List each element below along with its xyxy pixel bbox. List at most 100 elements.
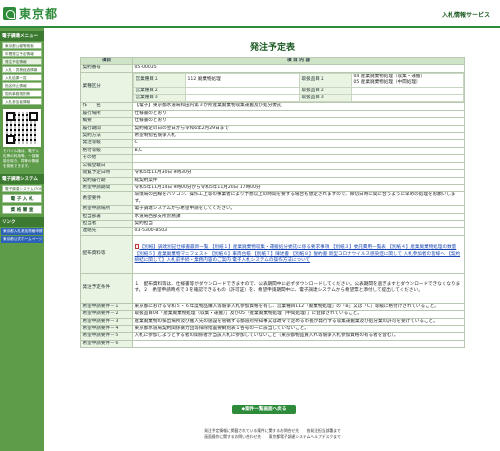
kind-value: 112 廃棄物処理 — [185, 73, 300, 88]
table-row: 希望申請要件－２ 取扱品目04「産業廃棄物処理（収集・運搬）」及び05「産業廃棄物… — [80, 310, 465, 319]
row-value: 仕様書のとおり — [132, 117, 465, 126]
row-label: 公報登載日 — [80, 161, 133, 171]
logo-text: 東京都 — [19, 6, 59, 21]
table-row: 履行場所 仕様書のとおり — [80, 109, 465, 119]
sidebar-item-participants[interactable]: 入札参加者情報 — [2, 98, 42, 105]
row-label: 希望申請要件－５ — [80, 332, 133, 341]
kind-value — [351, 94, 464, 102]
row-label: 希望要件 — [80, 191, 133, 207]
row-label: その他 — [80, 154, 133, 163]
row-label: 閲覧予定日時 — [80, 169, 133, 178]
table-row: 契約履行期 総契約案件 — [80, 176, 465, 185]
row-label: 業種区分 — [80, 71, 133, 104]
table-row: 希望申請要件－４ 東京都水道局契約関係暴力団等排除措置要綱別表１各号の一に該当して… — [80, 324, 465, 334]
sidebar-item-order-plan[interactable]: 発注予定情報 — [2, 58, 42, 65]
table-header-row: 項目 項 目 内 容 — [80, 56, 465, 66]
row-value: 仕様書のとおり — [132, 109, 465, 119]
row-label: 発注予定条件 — [80, 272, 133, 304]
row-value: 希望制指名競争入札 — [132, 132, 465, 141]
row-value: 令和5年11月14日 9時00分から令和5年11月20日 17時00分 — [132, 183, 465, 193]
row-label: 希望申請要件－１ — [80, 302, 133, 312]
kind-head: 営業種目２ — [133, 86, 186, 96]
sidebar-item-bid-progress[interactable]: 入札・見積経過情報 — [2, 66, 42, 73]
sidebar-item-gazette[interactable]: 東京都公報等検索 — [2, 42, 42, 49]
table-row-kinds: 業種区分 営業種目１ 112 廃棄物処理 取扱品目１ 04 産業廃棄物処理（収集… — [80, 71, 465, 104]
sidebar-heading-system: 電子調達システム — [0, 174, 44, 184]
row-value: 東京都における令和５・６年度物品購入等競争入札参加資格を有し、営業種目112「廃… — [132, 302, 465, 312]
table-row: その他 — [80, 154, 465, 163]
table-row: 希望申請要件－３ 産業廃棄物の排出場所及び搬入先の施設を管轄する都道府県知事又は政… — [80, 317, 465, 326]
sidebar-heading-links: リンク — [0, 217, 44, 227]
kind-value — [185, 94, 300, 102]
row-label: 契約方法 — [80, 132, 133, 141]
table-row: 担当部署 水道局西部支所庶務課 — [80, 212, 465, 221]
table-row: 作 名 【電子】東京都水道局和田内第３か所産業廃棄物収集運搬及び処分委託 — [80, 102, 465, 111]
sidebar-item-system-top[interactable]: 電子調達システム(TOP) — [2, 185, 42, 192]
kind-head: 営業種目１ — [133, 73, 186, 88]
back-to-list-button[interactable]: ◆案件一覧画面へ戻る — [232, 405, 296, 414]
row-label: 連絡先 — [80, 227, 133, 236]
sidebar-item-bid-results[interactable]: 入札結果一覧 — [2, 74, 42, 81]
site-logo[interactable]: 東京都 — [3, 6, 59, 21]
footer: 発注予定情報に掲載されている案件に関するお問合せ先 各発注担当部署まで 画面操作… — [45, 428, 500, 440]
column-header-content: 項 目 内 容 — [132, 56, 465, 66]
table-row: 希望申請要件－５ 入札に参加しようとする者の関係者が当該入札に参加していないこと（… — [80, 332, 465, 341]
row-value: 産業廃棄物の排出場所及び搬入先の施設を管轄する都道府県知事又は政令で定める市長が… — [132, 317, 465, 326]
row-label: 希望申請場所 — [80, 205, 133, 214]
row-label: 希望申請要件－３ — [80, 317, 133, 326]
table-row: 希望申請要件－１ 東京都における令和５・６年度物品購入等競争入札参加資格を有し、営… — [80, 302, 465, 312]
row-label: 担当部署 — [80, 212, 133, 221]
link-qualification-application[interactable]: 東京都入札参加資格申請 — [1, 228, 43, 235]
table-row-conditions: 発注予定条件 １ 配布資料等は、仕様書等がダウンロードできますので、公表期間中に… — [80, 272, 465, 304]
distributed-files-links[interactable]: 【別紙】調達別記仕様書最新一覧 【別紙１】産業廃棄物収集・運搬処分委託に係る要求… — [135, 245, 461, 263]
row-value: 契約担当 — [132, 219, 465, 229]
row-value: 環境局の回線をパソコン、操作工上等の事業者により予想以上の時間を要する場合も想定… — [132, 191, 465, 207]
row-label: 希望申請要件－６ — [80, 339, 133, 349]
row-value — [132, 161, 465, 171]
row-label: 契約番号 — [80, 64, 133, 73]
sidebar: 電子調達メニュー 東京都公報等検索 年間発注予定情報 発注予定情報 入札・見積経… — [0, 28, 44, 451]
service-title: 入札情報サービス — [441, 12, 490, 19]
header: 東京都 入札情報サービス — [0, 0, 500, 26]
sidebar-item-suspension[interactable]: 指名停止情報 — [2, 82, 42, 89]
page-title: 発注予定表 — [249, 43, 295, 53]
row-value: 03-5300-8503 — [132, 227, 465, 236]
row-value: 東京都水道局契約関係暴力団等排除措置要綱別表１各号の一に該当していないこと。 — [132, 324, 465, 334]
row-label: 格付等級 — [80, 146, 133, 156]
sidebar-item-annual-plan[interactable]: 年間発注予定情報 — [2, 50, 42, 57]
row-label: 希望申請要件－２ — [80, 310, 133, 319]
pdf-file-icon — [134, 244, 139, 250]
table-row: 担当者 契約担当 — [80, 219, 465, 229]
row-label: 履行期間 — [80, 124, 133, 134]
e-bid-button[interactable]: 電 子 入 札 — [2, 194, 42, 203]
sidebar-heading-menu: 電子調達メニュー — [0, 31, 44, 41]
row-value: 総契約案件 — [132, 176, 465, 185]
row-value: 令和5年11月30日 9時30分 — [132, 169, 465, 178]
table-row: 希望要件 環境局の回線をパソコン、操作工上等の事業者により予想以上の時間を要する場… — [80, 191, 465, 207]
row-value: 契約確定の日の翌日から令和6年2月29日まで — [132, 124, 465, 134]
column-header-item: 項目 — [80, 56, 133, 66]
link-tokyo-official-site[interactable]: 東京都公式ホームページ — [1, 236, 43, 243]
row-value: 取扱品目04「産業廃棄物処理（収集・運搬）」及び05「産業廃棄物処理（中間処理）… — [132, 310, 465, 319]
table-row: 連絡先 03-5300-8503 — [80, 227, 465, 236]
detail-table: 項目 項 目 内 容 契約番号 05-00035 業種区分 営業種目１ 112 … — [80, 56, 465, 349]
kinds-table: 営業種目１ 112 廃棄物処理 取扱品目１ 04 産業廃棄物処理（収集・運搬） … — [133, 73, 464, 102]
kind-head: 取扱品目１ — [299, 73, 352, 88]
table-row: 公報登載日 — [80, 161, 465, 171]
table-row: 希望申請期間 令和5年11月14日 9時00分から令和5年11月20日 17時00… — [80, 183, 465, 193]
row-label: 契約履行期 — [80, 176, 133, 185]
row-value: １ 配布資料等は、仕様書等がダウンロードできますので、公表期間中に必ずダウンロー… — [132, 272, 465, 304]
row-label: 概要 — [80, 117, 133, 126]
table-row: 希望申請要件－６ — [80, 339, 465, 349]
tokyo-logo-icon — [3, 6, 16, 20]
files-cell: 【別紙】調達別記仕様書最新一覧 【別紙１】産業廃棄物収集・運搬処分委託に係る要求… — [132, 234, 465, 274]
row-value — [132, 339, 465, 349]
row-label: 配布資料等 — [80, 234, 133, 274]
qualification-button[interactable]: 資 格 審 査 — [2, 205, 42, 214]
mobile-note: モバイル版は、電子入札等の利用等、一部機能を除き、同等の情報を検索できます。 — [3, 149, 39, 168]
row-value: 入札に参加しようとする者の関係者が当該入札に参加していないこと（東京都物品買入れ… — [132, 332, 465, 341]
sidebar-item-rules[interactable]: 契約事務規則等 — [2, 90, 42, 97]
mobile-qr-code — [3, 109, 41, 147]
row-label: 希望申請期間 — [80, 183, 133, 193]
table-row: 契約方法 希望制指名競争入札 — [80, 132, 465, 141]
